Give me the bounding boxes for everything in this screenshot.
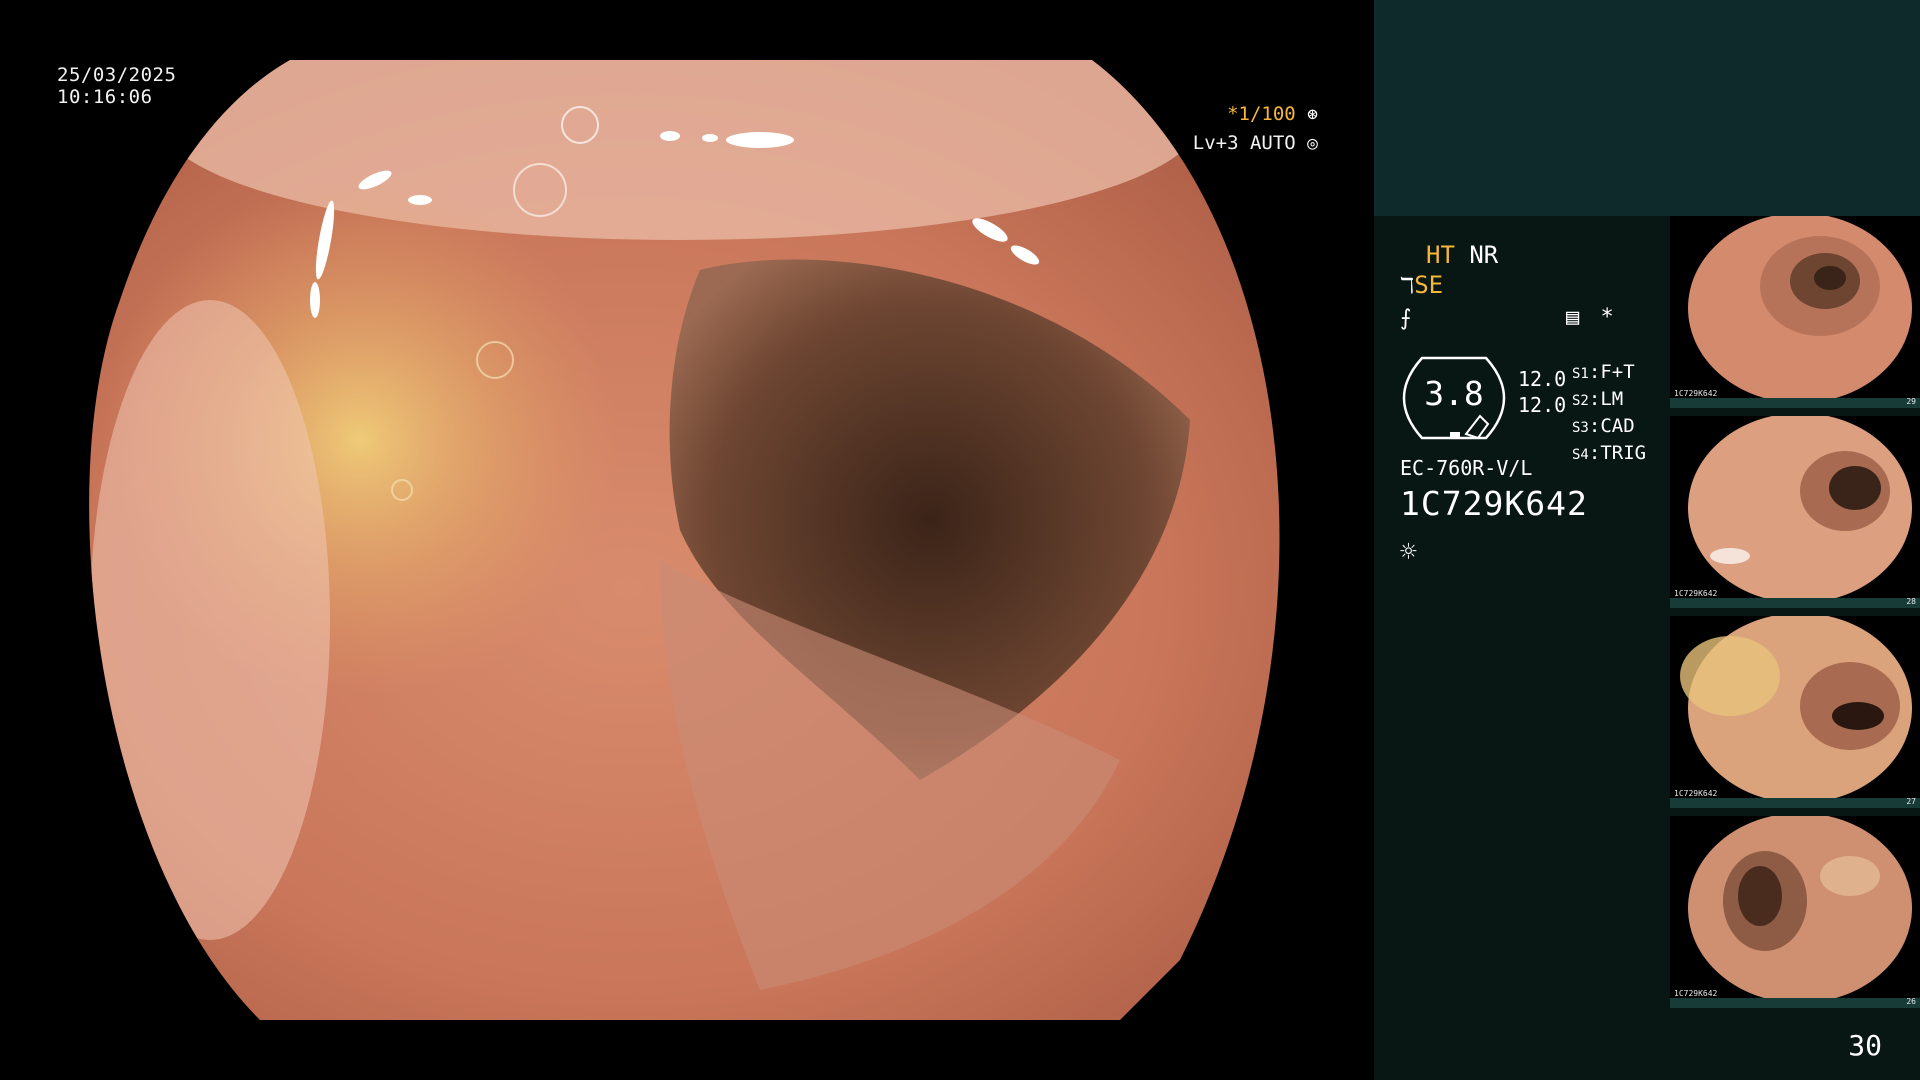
- thumbnail-item[interactable]: 1C729K642 26: [1670, 816, 1920, 1008]
- thumbnail-serial: 1C729K642: [1674, 389, 1718, 398]
- switch-row: S4:TRIG: [1572, 442, 1647, 464]
- thumbnail-number: 27: [1906, 797, 1916, 806]
- captured-thumbnails: 1C729K642 29 1C729K642 28 1C729K642 27 1…: [1670, 216, 1920, 1016]
- date-text: 25/03/2025: [57, 64, 177, 86]
- switch-assignments: S1:F+T S2:LM S3:CAD S4:TRIG: [1572, 360, 1646, 468]
- thumbnail-image: [1670, 416, 1920, 608]
- switch-row: S1:F+T: [1572, 361, 1635, 383]
- thumbnail-image: [1670, 816, 1920, 1008]
- panel-header-area: [1374, 0, 1920, 216]
- endoscopic-image: [89, 60, 1280, 1020]
- status-icons: ▤ *: [1566, 305, 1614, 330]
- scope-info: HT NR ℸSE ⨍ 3.8 12.0 12.0 S1:F+T S2:LM S…: [1400, 240, 1670, 568]
- thumbnail-number: 26: [1906, 997, 1916, 1006]
- auto-iris-icon: ◎: [1307, 133, 1318, 154]
- memory-icon: ▤: [1566, 305, 1580, 330]
- info-side-panel: HT NR ℸSE ⨍ 3.8 12.0 12.0 S1:F+T S2:LM S…: [1374, 0, 1920, 1080]
- switch-row: S2:LM: [1572, 388, 1624, 410]
- endoscope-main-view: 25/03/2025 10:16:06 *1/100 ⊛ Lv+3 AUTO ◎: [0, 0, 1374, 1080]
- mode-se: SE: [1414, 271, 1444, 299]
- switch-row: S3:CAD: [1572, 415, 1635, 437]
- date-time-readout: 25/03/2025 10:16:06: [57, 64, 176, 108]
- thumbnail-serial: 1C729K642: [1674, 589, 1718, 598]
- thumbnail-item[interactable]: 1C729K642 29: [1670, 216, 1920, 408]
- thumbnail-item[interactable]: 1C729K642 27: [1670, 616, 1920, 808]
- star-marker: *: [1600, 305, 1614, 330]
- thumbnail-image: [1670, 216, 1920, 408]
- scope-value: 3.8: [1424, 374, 1484, 413]
- time-text: 10:16:06: [57, 86, 153, 108]
- color-mode-icon: ⨍: [1400, 306, 1412, 331]
- thumbnail-image: [1670, 616, 1920, 808]
- thumbnail-serial: 1C729K642: [1674, 789, 1718, 798]
- thumbnail-number: 29: [1906, 397, 1916, 406]
- thumbnail-number: 28: [1906, 597, 1916, 606]
- aperture-icon: ⊛: [1307, 104, 1318, 125]
- mode-ht: HT: [1426, 241, 1455, 269]
- page-number: 30: [1848, 1029, 1882, 1062]
- param-2: 12.0: [1518, 393, 1567, 417]
- light-source-icon: ☼: [1400, 535, 1417, 568]
- scope-serial: 1C729K642: [1400, 484, 1588, 523]
- shutter-speed: *1/100: [1227, 103, 1296, 125]
- param-values: 12.0 12.0: [1518, 366, 1566, 418]
- structure-enhancement-icon: ℸ: [1400, 274, 1415, 299]
- thumbnail-item[interactable]: 1C729K642 28: [1670, 416, 1920, 608]
- scope-parameters: 3.8 12.0 12.0 S1:F+T S2:LM S3:CAD S4:TRI…: [1400, 354, 1670, 464]
- brightness-level: Lv+3 AUTO: [1192, 132, 1296, 154]
- mode-nr: NR: [1469, 241, 1499, 269]
- thumbnail-serial: 1C729K642: [1674, 989, 1718, 998]
- exposure-readout: *1/100 ⊛ Lv+3 AUTO ◎: [1193, 100, 1318, 158]
- param-1: 12.0: [1518, 367, 1567, 391]
